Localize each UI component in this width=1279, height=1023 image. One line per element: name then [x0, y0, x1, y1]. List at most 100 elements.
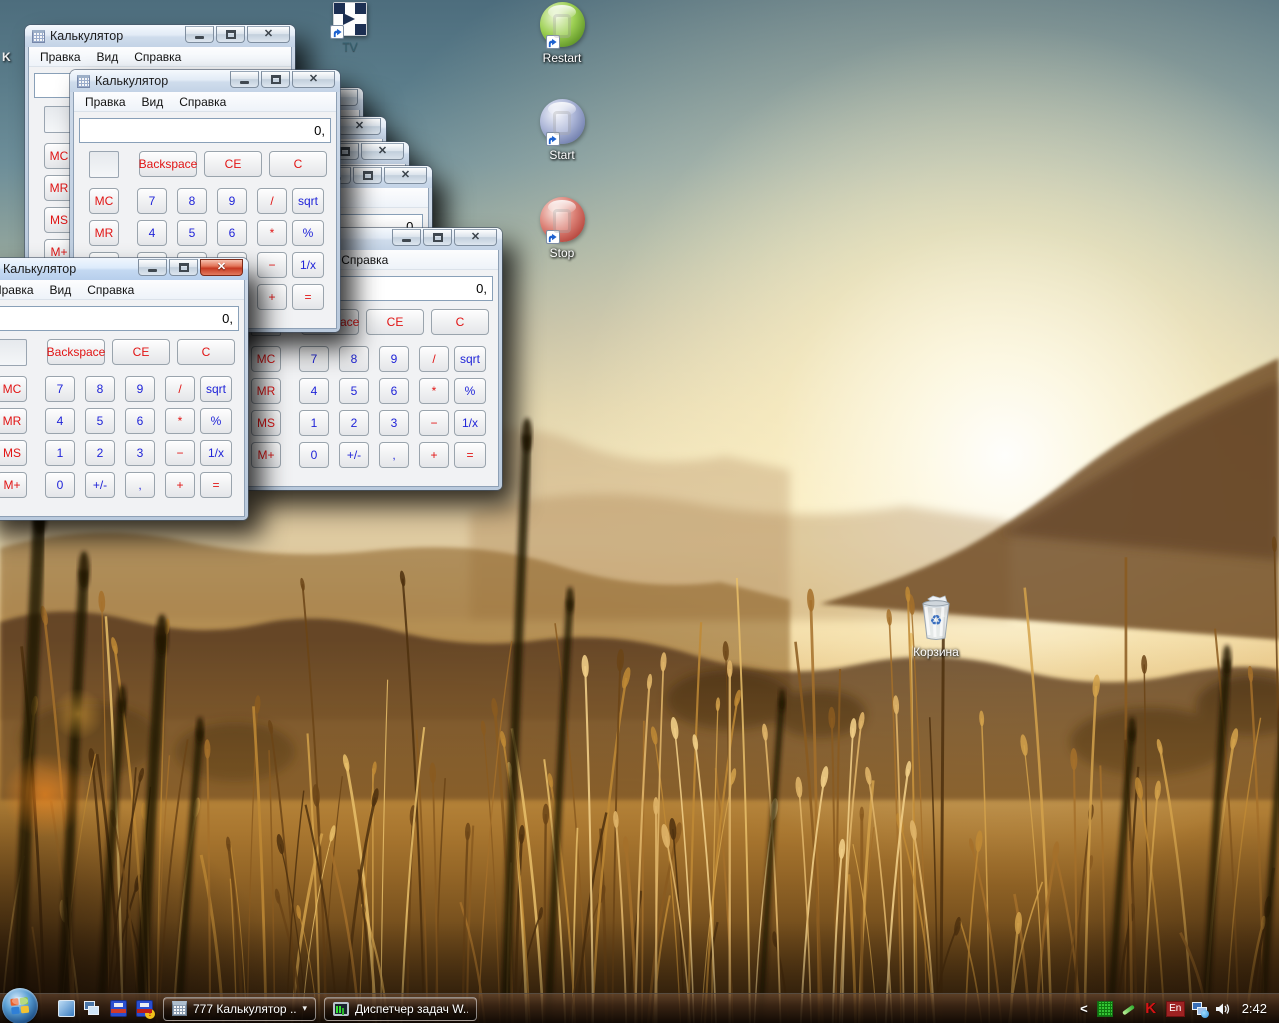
close-button[interactable]: ✕ [338, 118, 381, 135]
calc-key-*[interactable]: * [257, 220, 287, 246]
close-button[interactable]: ✕ [361, 143, 404, 160]
calc-key-%[interactable]: % [200, 408, 232, 434]
calc-key-+[interactable]: + [419, 442, 449, 468]
calc-key-5[interactable]: 5 [339, 378, 369, 404]
network-icon[interactable] [1192, 1001, 1208, 1017]
calc-key-C[interactable]: C [177, 339, 235, 365]
desktop-icon-start[interactable]: Start [527, 99, 597, 162]
calc-key-3[interactable]: 3 [125, 440, 155, 466]
calc-key-1/x[interactable]: 1/x [200, 440, 232, 466]
calc-key-6[interactable]: 6 [125, 408, 155, 434]
maximize-button[interactable] [169, 259, 198, 276]
calc-titlebar[interactable]: Калькулятор ✕ [25, 25, 295, 47]
maximize-button[interactable] [216, 26, 245, 43]
show-desktop-icon[interactable] [58, 1000, 75, 1017]
maximize-button[interactable] [261, 71, 290, 88]
maximize-button[interactable] [423, 229, 452, 246]
calc-key-,[interactable]: , [379, 442, 409, 468]
calc-key-MR[interactable]: MR [251, 378, 281, 404]
calc-key-+/-[interactable]: +/- [85, 472, 115, 498]
menu-item-0[interactable]: Правка [0, 281, 42, 299]
menu-item-0[interactable]: Правка [32, 48, 89, 66]
calc-key-%[interactable]: % [454, 378, 486, 404]
calc-key-5[interactable]: 5 [177, 220, 207, 246]
tray-network-monitor-icon[interactable] [1097, 1001, 1113, 1017]
minimize-button[interactable] [138, 259, 167, 276]
quick-launch-disk-warning-icon[interactable]: ! [136, 1000, 153, 1017]
calc-key-1[interactable]: 1 [45, 440, 75, 466]
calc-key-−[interactable]: − [165, 440, 195, 466]
desktop-icon-restart[interactable]: Restart [527, 2, 597, 65]
calc-key-=[interactable]: = [200, 472, 232, 498]
taskbar-button-task-manager[interactable]: Диспетчер задач W... [324, 997, 477, 1021]
menu-item-2[interactable]: Справка [126, 48, 189, 66]
tray-expand-chevron-icon[interactable]: < [1078, 1001, 1090, 1016]
close-button[interactable]: ✕ [247, 26, 290, 43]
calc-titlebar[interactable]: Калькулятор ✕ [70, 70, 340, 92]
calc-key-%[interactable]: % [292, 220, 324, 246]
calc-key-2[interactable]: 2 [339, 410, 369, 436]
calc-key-CE[interactable]: CE [112, 339, 170, 365]
calc-key-/[interactable]: / [419, 346, 449, 372]
calc-key-C[interactable]: C [269, 151, 327, 177]
menu-item-2[interactable]: Справка [79, 281, 142, 299]
calc-key-3[interactable]: 3 [379, 410, 409, 436]
calc-key-sqrt[interactable]: sqrt [454, 346, 486, 372]
volume-icon[interactable] [1215, 1001, 1231, 1017]
close-button[interactable]: ✕ [292, 71, 335, 88]
calc-key-7[interactable]: 7 [45, 376, 75, 402]
calc-key-8[interactable]: 8 [177, 188, 207, 214]
calc-key-MC[interactable]: MC [251, 346, 281, 372]
taskbar-clock[interactable]: 2:42 [1242, 1001, 1267, 1016]
minimize-button[interactable] [185, 26, 214, 43]
calc-key-6[interactable]: 6 [379, 378, 409, 404]
taskbar-button-calculator-group[interactable]: 777 Калькулятор ... ▾ [163, 997, 316, 1021]
calc-key-8[interactable]: 8 [85, 376, 115, 402]
menu-item-1[interactable]: Вид [134, 93, 172, 111]
calc-key-9[interactable]: 9 [125, 376, 155, 402]
menu-item-1[interactable]: Вид [89, 48, 127, 66]
calc-key-MC[interactable]: MC [89, 188, 119, 214]
calc-key-1/x[interactable]: 1/x [454, 410, 486, 436]
calc-key-*[interactable]: * [419, 378, 449, 404]
calc-key-9[interactable]: 9 [217, 188, 247, 214]
quick-launch-disk-icon[interactable] [110, 1000, 127, 1017]
desktop-icon-stop[interactable]: Stop [527, 197, 597, 260]
calc-key-+[interactable]: + [165, 472, 195, 498]
calc-key-4[interactable]: 4 [137, 220, 167, 246]
calc-key-CE[interactable]: CE [204, 151, 262, 177]
menu-item-2[interactable]: Справка [171, 93, 234, 111]
calc-key-7[interactable]: 7 [137, 188, 167, 214]
tray-antivirus-icon[interactable]: K [1143, 1001, 1159, 1017]
calc-key-=[interactable]: = [454, 442, 486, 468]
minimize-button[interactable] [230, 71, 259, 88]
calc-key-5[interactable]: 5 [85, 408, 115, 434]
calc-key-C[interactable]: C [431, 309, 489, 335]
close-button[interactable]: ✕ [384, 167, 427, 184]
calc-key-MS[interactable]: MS [0, 440, 27, 466]
calc-key-CE[interactable]: CE [366, 309, 424, 335]
calc-key-4[interactable]: 4 [299, 378, 329, 404]
calc-key-*[interactable]: * [165, 408, 195, 434]
calc-key-7[interactable]: 7 [299, 346, 329, 372]
calc-key-/[interactable]: / [257, 188, 287, 214]
calc-key-MC[interactable]: MC [0, 376, 27, 402]
calc-key-MS[interactable]: MS [251, 410, 281, 436]
calc-key-/[interactable]: / [165, 376, 195, 402]
calc-key-M+[interactable]: M+ [0, 472, 27, 498]
calc-key-=[interactable]: = [292, 284, 324, 310]
calc-key-+[interactable]: + [257, 284, 287, 310]
menu-item-1[interactable]: Вид [42, 281, 80, 299]
calc-key-0[interactable]: 0 [299, 442, 329, 468]
calc-key-9[interactable]: 9 [379, 346, 409, 372]
close-button[interactable]: ✕ [454, 229, 497, 246]
start-button[interactable] [2, 988, 38, 1023]
close-button[interactable]: ✕ [200, 259, 243, 276]
maximize-button[interactable] [353, 167, 382, 184]
minimize-button[interactable] [392, 229, 421, 246]
calc-key-sqrt[interactable]: sqrt [292, 188, 324, 214]
calc-key-0[interactable]: 0 [45, 472, 75, 498]
language-indicator[interactable]: En [1166, 1001, 1185, 1017]
calc-key-−[interactable]: − [419, 410, 449, 436]
calc-key-Backspace[interactable]: Backspace [47, 339, 105, 365]
